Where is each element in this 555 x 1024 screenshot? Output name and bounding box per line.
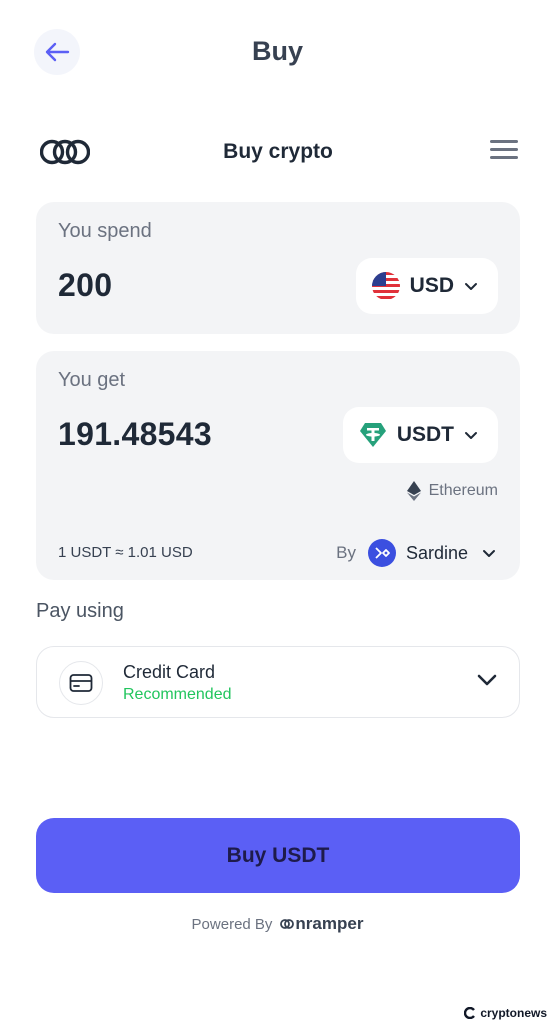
payment-method-name: Credit Card bbox=[123, 662, 216, 682]
get-currency-select[interactable]: USDT bbox=[342, 407, 498, 463]
chevron-down-icon bbox=[465, 283, 477, 290]
app-header: Buy bbox=[0, 0, 555, 104]
page-title: Buy bbox=[251, 36, 303, 66]
get-amount: 191.48543 bbox=[58, 416, 212, 452]
exchange-rate: 1 USDT ≈ 1.01 USD bbox=[58, 544, 193, 561]
get-currency-code: USDT bbox=[396, 423, 454, 446]
powered-by: Powered By nramper bbox=[0, 914, 555, 934]
credit-card-icon bbox=[59, 661, 103, 705]
powered-by-label: Powered By bbox=[191, 915, 273, 933]
sardine-logo-icon bbox=[367, 539, 396, 567]
tether-icon bbox=[359, 423, 386, 447]
payment-method-select[interactable]: Credit Card Recommended bbox=[36, 646, 520, 718]
get-label: You get bbox=[58, 369, 126, 391]
network-badge: Ethereum bbox=[406, 481, 498, 501]
spend-amount-input[interactable]: 200 bbox=[58, 267, 112, 304]
onramper-brand[interactable]: nramper bbox=[280, 914, 363, 934]
spend-label: You spend bbox=[58, 220, 152, 242]
watermark-text: cryptonews bbox=[480, 1006, 547, 1020]
cryptonews-logo-icon bbox=[464, 1007, 476, 1019]
provider-name: Sardine bbox=[405, 542, 468, 563]
chevron-down-icon bbox=[477, 674, 497, 686]
widget-title: Buy crypto bbox=[223, 140, 333, 163]
buy-button[interactable]: Buy USDT bbox=[36, 818, 520, 893]
spend-card: You spend 200 USD bbox=[36, 202, 520, 334]
chevron-down-icon bbox=[465, 432, 477, 439]
spend-currency-select[interactable]: USD bbox=[355, 258, 498, 314]
provider-select[interactable]: By Sardine bbox=[336, 539, 496, 567]
provider-prefix: By bbox=[336, 543, 356, 562]
get-card: You get 191.48543 USDT Ethereum 1 USDT ≈… bbox=[36, 351, 520, 580]
network-name: Ethereum bbox=[428, 482, 498, 499]
us-flag-icon bbox=[371, 272, 400, 300]
recommended-tag: Recommended bbox=[123, 686, 232, 703]
chevron-down-icon bbox=[483, 550, 495, 557]
spend-currency-code: USD bbox=[409, 274, 454, 297]
ethereum-icon bbox=[406, 481, 421, 501]
widget-header: Buy crypto bbox=[36, 130, 520, 174]
hamburger-menu-icon[interactable] bbox=[490, 140, 518, 162]
cryptonews-watermark: cryptonews bbox=[464, 1006, 547, 1020]
onramper-mark-icon bbox=[280, 919, 295, 929]
pay-using-label: Pay using bbox=[36, 600, 124, 622]
onramper-brand-text: nramper bbox=[295, 914, 364, 933]
